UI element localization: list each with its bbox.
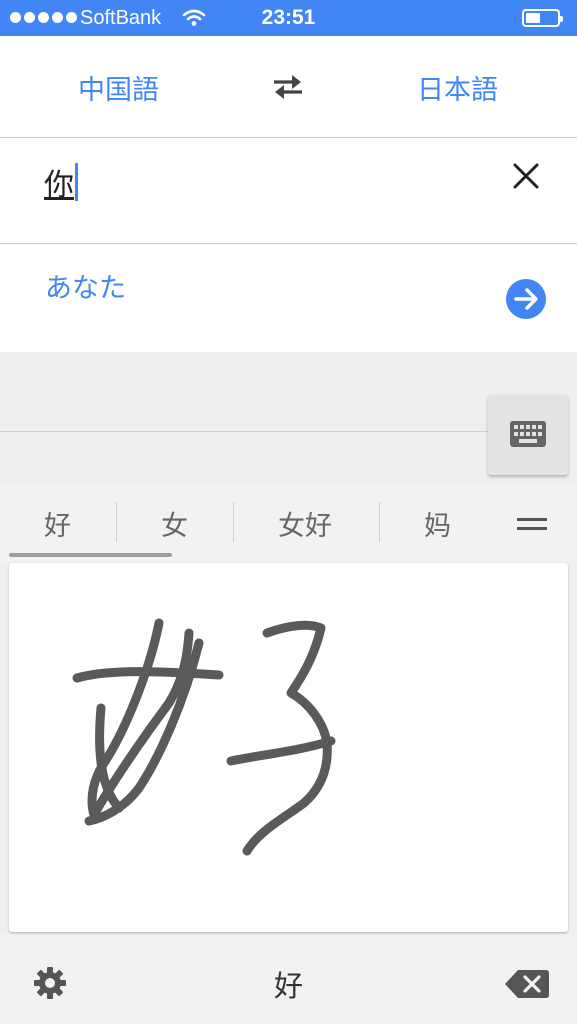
battery-icon [522,9,563,27]
translation-result-text: あなた [45,273,126,304]
backspace-icon[interactable] [504,968,550,1000]
clock: 23:51 [261,6,316,29]
keyboard-icon [510,421,546,447]
target-language-button[interactable]: 日本語 [417,68,498,107]
divider [0,431,488,432]
input-area[interactable]: 你 [0,138,577,244]
selected-candidate-indicator [9,553,172,557]
status-bar: SoftBank 23:51 [0,0,577,36]
text-caret [75,163,78,201]
candidate-separator [116,502,117,542]
handwriting-strokes [72,618,336,856]
candidate-bar: 好 女 女好 妈 [0,482,577,562]
close-icon[interactable] [512,162,540,190]
go-button[interactable] [506,279,546,319]
keyboard-toggle-button[interactable] [488,395,568,475]
menu-icon[interactable] [517,518,547,530]
translation-result-area[interactable]: あなた [0,244,577,352]
handwriting-canvas[interactable] [9,563,568,932]
candidate-2[interactable]: 女 [161,504,188,543]
arrow-right-icon [514,288,538,310]
source-text-input[interactable]: 你 [44,160,78,204]
candidate-separator [233,502,234,542]
language-bar: 中国語 日本語 [0,36,577,138]
candidate-separator [379,502,380,542]
swap-arrows-icon[interactable] [270,72,306,102]
candidate-1[interactable]: 好 [44,504,71,543]
handwriting-toolbar: 好 [0,935,577,1024]
source-text-value: 你 [44,168,74,203]
candidate-4[interactable]: 妈 [424,504,451,543]
recognized-character-preview[interactable]: 好 [0,963,577,1005]
source-language-button[interactable]: 中国語 [78,68,159,107]
candidate-3[interactable]: 女好 [278,504,332,543]
